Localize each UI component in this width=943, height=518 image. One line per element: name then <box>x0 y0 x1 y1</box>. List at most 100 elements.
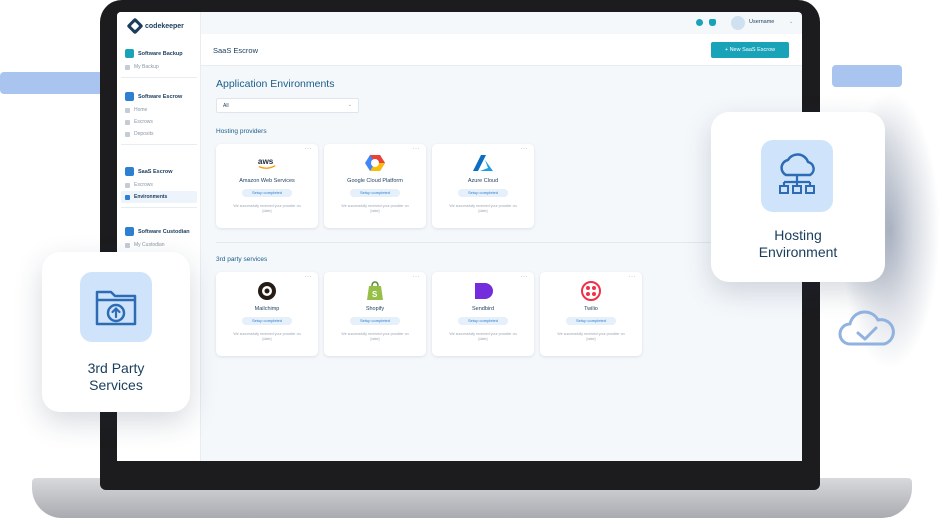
card-description: We successfully received your provider o… <box>341 332 409 341</box>
status-badge: Setup completed <box>242 189 292 197</box>
hosting-environment-card: Hosting Environment <box>711 112 885 282</box>
username[interactable]: Username <box>749 19 774 25</box>
sidebar-item-saas-escrows[interactable]: Escrows <box>121 179 197 191</box>
custodian-item-icon <box>125 242 130 248</box>
third-party-services-label: 3rd Party Services <box>42 360 190 394</box>
environment-filter-select[interactable]: All ⌄ <box>216 98 359 113</box>
card-azure[interactable]: ··· Azure Cloud Setup completed We succe… <box>432 144 534 228</box>
nav-section-saas-escrow: SaaS Escrow Escrows Environments <box>121 164 197 212</box>
third-party-services-card: 3rd Party Services <box>42 252 190 412</box>
more-menu-icon[interactable]: ··· <box>305 274 313 280</box>
top-bar: Username ⌄ <box>201 12 802 34</box>
cloud-check-icon <box>836 306 898 355</box>
grid-icon <box>125 194 130 200</box>
svg-text:S: S <box>372 290 378 299</box>
card-mailchimp[interactable]: ··· Mailchimp Setup completed We success… <box>216 272 318 356</box>
status-badge: Setup completed <box>350 317 400 325</box>
decorative-bar-right <box>832 65 902 87</box>
svg-text:aws: aws <box>258 157 274 166</box>
decorative-bar-left <box>0 72 104 94</box>
azure-logo-icon <box>473 154 493 172</box>
sidebar-item-environments[interactable]: Environments <box>121 191 197 203</box>
avatar[interactable] <box>731 16 745 30</box>
nav-divider <box>121 77 197 78</box>
more-menu-icon[interactable]: ··· <box>413 146 421 152</box>
status-badge: Setup completed <box>350 189 400 197</box>
bell-icon[interactable] <box>709 19 716 26</box>
hosting-environment-label: Hosting Environment <box>711 227 885 261</box>
app-logo[interactable]: codekeeper <box>126 17 184 35</box>
card-sendbird[interactable]: ··· Sendbird Setup completed We successf… <box>432 272 534 356</box>
card-twilio[interactable]: ··· Twilio Setup completed We successful… <box>540 272 642 356</box>
card-name: Mailchimp <box>254 306 280 312</box>
sidebar-item-label: Escrows <box>134 119 153 125</box>
nav-head-label: SaaS Escrow <box>138 168 173 175</box>
sidebar-item-label: Escrows <box>134 182 153 188</box>
card-name: Twilio <box>584 306 598 312</box>
nav-section-software-escrow: Software Escrow Home Escrows Deposits <box>121 89 197 149</box>
aws-logo-icon: aws <box>257 154 277 172</box>
status-badge: Setup completed <box>458 189 508 197</box>
help-icon[interactable] <box>696 19 703 26</box>
cloud-network-icon <box>761 140 833 212</box>
logo-text: codekeeper <box>145 22 184 30</box>
sidebar-item-label: Deposits <box>134 131 154 137</box>
status-badge: Setup completed <box>458 317 508 325</box>
card-description: We successfully received your provider o… <box>341 204 409 213</box>
label-line-1: 3rd Party <box>87 360 145 376</box>
more-menu-icon[interactable]: ··· <box>305 146 313 152</box>
home-icon <box>125 107 130 113</box>
label-line-1: Hosting <box>774 227 822 243</box>
nav-head-software-backup[interactable]: Software Backup <box>121 46 197 61</box>
card-description: We successfully received your provider o… <box>233 204 301 213</box>
card-shopify[interactable]: ··· S Shopify Setup completed We success… <box>324 272 426 356</box>
nav-head-label: Software Backup <box>138 50 183 57</box>
hosting-providers-title: Hosting providers <box>216 128 267 135</box>
sidebar-item-label: Home <box>134 107 148 113</box>
card-gcp[interactable]: ··· Google Cloud Platform Setup complete… <box>324 144 426 228</box>
refresh-icon <box>125 64 130 70</box>
nav-head-saas-escrow[interactable]: SaaS Escrow <box>121 164 197 179</box>
document-icon <box>125 119 130 125</box>
mailchimp-logo-icon <box>257 282 277 300</box>
more-menu-icon[interactable]: ··· <box>521 146 529 152</box>
card-description: We successfully received your provider o… <box>233 332 301 341</box>
app-screen: codekeeper Software Backup My Backup Sof… <box>117 12 802 461</box>
sidebar-item-my-custodian[interactable]: My Custodian <box>121 239 197 251</box>
more-menu-icon[interactable]: ··· <box>629 274 637 280</box>
page-title: SaaS Escrow <box>213 46 259 55</box>
label-line-2: Environment <box>758 244 838 260</box>
card-name: Shopify <box>365 306 385 312</box>
sendbird-logo-icon <box>473 282 493 300</box>
shopify-logo-icon: S <box>365 281 385 300</box>
status-badge: Setup completed <box>566 317 616 325</box>
nav-head-software-escrow[interactable]: Software Escrow <box>121 89 197 104</box>
chevron-down-icon[interactable]: ⌄ <box>789 19 793 25</box>
third-party-services-title: 3rd party services <box>216 256 268 263</box>
nav-divider <box>121 207 197 208</box>
new-saas-escrow-button[interactable]: + New SaaS Escrow <box>711 42 789 58</box>
card-name: Sendbird <box>471 306 495 312</box>
document-icon <box>125 182 130 188</box>
folder-upload-icon <box>80 272 152 342</box>
sidebar-item-label: Environments <box>134 194 168 200</box>
section-divider <box>216 242 791 243</box>
backup-icon <box>125 49 134 58</box>
nav-divider <box>121 144 197 145</box>
chevron-down-icon: ⌄ <box>347 102 352 108</box>
sidebar-item-escrows[interactable]: Escrows <box>121 116 197 128</box>
sidebar-item-deposits[interactable]: Deposits <box>121 128 197 140</box>
sidebar-item-home[interactable]: Home <box>121 104 197 116</box>
nav-section-software-custodian: Software Custodian My Custodian <box>121 224 197 251</box>
card-name: Azure Cloud <box>467 178 499 184</box>
sidebar-item-my-backup[interactable]: My Backup <box>121 61 197 73</box>
card-description: We successfully received your provider o… <box>557 332 625 341</box>
status-badge: Setup completed <box>242 317 292 325</box>
nav-head-software-custodian[interactable]: Software Custodian <box>121 224 197 239</box>
card-aws[interactable]: ··· aws Amazon Web Services Setup comple… <box>216 144 318 228</box>
more-menu-icon[interactable]: ··· <box>521 274 529 280</box>
more-menu-icon[interactable]: ··· <box>413 274 421 280</box>
codekeeper-logo-icon <box>126 17 144 35</box>
nav-section-software-backup: Software Backup My Backup <box>121 46 197 82</box>
nav-head-label: Software Custodian <box>138 228 190 235</box>
